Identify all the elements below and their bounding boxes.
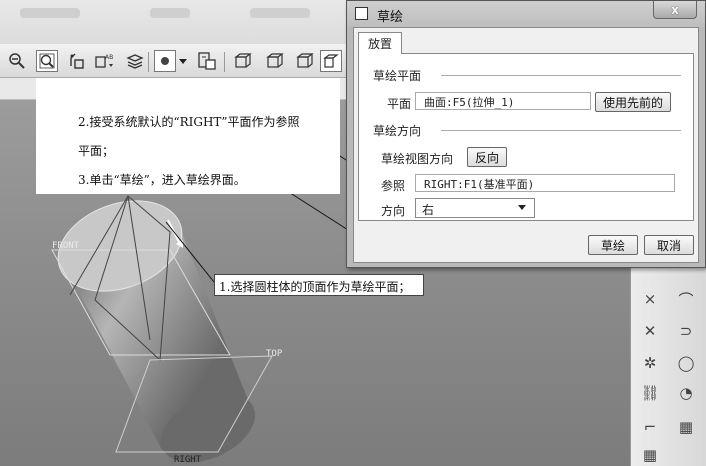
top-datum-label: TOP <box>266 349 283 359</box>
sketch-plane-group-title: 草绘平面 <box>373 69 422 83</box>
chain-icon[interactable]: ⛓ <box>639 382 661 404</box>
instruction-callout-step1: 1.选择圆柱体的顶面作为草绘平面； <box>214 274 424 296</box>
arc-icon[interactable]: ◔ <box>675 382 697 404</box>
axis-cross-icon[interactable]: × <box>639 288 661 310</box>
view-direction-label: 草绘视图方向 <box>381 152 454 166</box>
group-divider <box>441 130 681 131</box>
flip-button[interactable]: 反向 <box>467 147 507 167</box>
front-datum-label: FRONT <box>52 241 80 251</box>
chevron-down-icon <box>518 205 526 210</box>
use-previous-button[interactable]: 使用先前的 <box>595 92 671 112</box>
direction-label: 方向 <box>381 204 406 218</box>
close-button[interactable]: x <box>653 1 697 19</box>
cancel-button[interactable]: 取消 <box>644 235 694 255</box>
table-icon[interactable]: ▦ <box>675 416 697 438</box>
right-datum-label: RIGHT <box>174 455 202 465</box>
sketch-button[interactable]: 草绘 <box>588 235 638 255</box>
arc-icon[interactable]: ◯ <box>675 352 697 374</box>
plane-field[interactable]: 曲面:F5(拉伸_1) <box>415 92 591 110</box>
callout-step1: 1.选择圆柱体的顶面作为草绘平面； <box>219 280 411 294</box>
dialog-titlebar[interactable]: 草绘 x <box>347 1 705 27</box>
plane-label: 平面 <box>387 97 412 111</box>
group-divider <box>441 75 681 76</box>
callout-step2-line1: 2.接受系统默认的“RIGHT”平面作为参照 <box>78 115 300 129</box>
sketch-dialog: 草绘 x 放置 草绘平面 平面 曲面:F5(拉伸_1) 使用先前的 草绘方向 草… <box>346 0 706 268</box>
placement-panel: 草绘平面 平面 曲面:F5(拉伸_1) 使用先前的 草绘方向 草绘视图方向 反向… <box>358 53 694 221</box>
callout-step3: 3.单击“草绘”，进入草绘界面。 <box>78 173 246 187</box>
dialog-window-icon <box>355 7 368 20</box>
coordinate-icon[interactable]: ⌐ <box>639 416 661 438</box>
tab-placement[interactable]: 放置 <box>358 32 402 54</box>
direction-select[interactable]: 右 <box>415 198 535 218</box>
sketch-orientation-group-title: 草绘方向 <box>373 124 422 138</box>
direction-select-value: 右 <box>422 203 435 217</box>
spin-icon[interactable]: ✲ <box>639 352 661 374</box>
arc-icon[interactable]: ⌒ <box>675 288 697 310</box>
table-icon[interactable]: ▦ <box>639 444 661 466</box>
reference-label: 参照 <box>381 179 406 193</box>
instruction-callout-steps-2-3: 2.接受系统默认的“RIGHT”平面作为参照 平面； 3.单击“草绘”，进入草绘… <box>36 78 340 194</box>
close-icon: x <box>671 2 679 17</box>
dialog-title: 草绘 <box>377 10 404 25</box>
point-icon[interactable]: ✕ <box>639 320 661 342</box>
dimension-icon[interactable]: ⊃ <box>675 320 697 342</box>
callout-step2-line2: 平面； <box>78 144 115 158</box>
application-window: AB FRONT TOP RIGHT × ✕ ✲ ⛓ ⌐ ▦ ⌒ ⊃ ◯ ◔ ▦… <box>0 0 706 466</box>
sketch-right-toolbar: × ✕ ✲ ⛓ ⌐ ▦ ⌒ ⊃ ◯ ◔ ▦ <box>630 258 706 466</box>
reference-field[interactable]: RIGHT:F1(基准平面) <box>415 174 675 192</box>
dialog-body: 放置 草绘平面 平面 曲面:F5(拉伸_1) 使用先前的 草绘方向 草绘视图方向… <box>353 27 699 263</box>
